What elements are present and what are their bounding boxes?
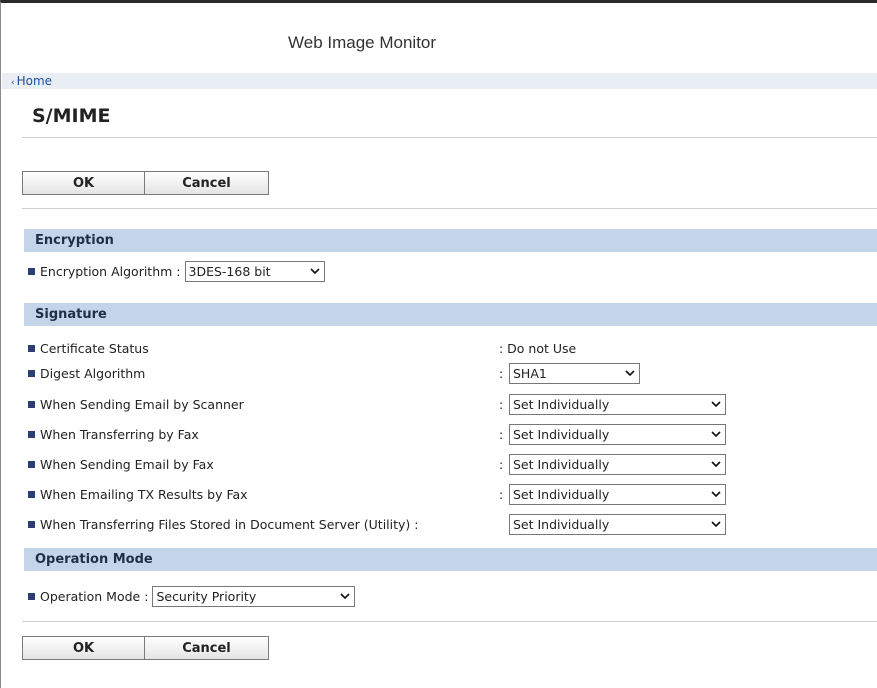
home-link[interactable]: ‹ Home <box>11 74 52 88</box>
select-value: Set Individually <box>513 396 610 412</box>
chevron-down-icon <box>309 268 320 275</box>
section-header-encryption: Encryption <box>24 229 877 252</box>
select-value: Set Individually <box>513 486 610 502</box>
colon: : <box>499 365 504 381</box>
email-by-fax-row: When Sending Email by Fax <box>28 453 214 475</box>
setting-label: Digest Algorithm <box>40 365 146 381</box>
certificate-status-row: Certificate Status <box>28 337 149 359</box>
operation-mode-select[interactable]: Security Priority <box>152 585 356 607</box>
certificate-status-value: : Do not Use <box>499 340 577 356</box>
bullet-icon <box>28 520 35 528</box>
document-server-select[interactable]: Set Individually <box>509 513 726 535</box>
section-header-signature: Signature <box>24 303 877 326</box>
chevron-down-icon <box>711 401 721 408</box>
chevron-down-icon <box>625 370 635 377</box>
bullet-icon <box>28 344 35 352</box>
colon: : <box>499 396 504 412</box>
chevron-down-icon <box>711 461 721 468</box>
operation-mode-row: Operation Mode : Security Priority <box>28 585 356 607</box>
chevron-down-icon <box>711 491 721 498</box>
section-header-operation-mode: Operation Mode <box>24 548 877 571</box>
cancel-button-bottom[interactable]: Cancel <box>145 636 269 660</box>
divider <box>22 137 877 138</box>
chevron-down-icon <box>711 521 721 528</box>
setting-label: Certificate Status <box>40 340 149 356</box>
colon: : <box>499 486 504 502</box>
chevron-down-icon <box>711 431 721 438</box>
app-title: Web Image Monitor <box>288 33 437 52</box>
bullet-icon <box>28 400 35 408</box>
ok-button-top[interactable]: OK <box>22 171 145 195</box>
page-title: S/MIME <box>32 105 111 127</box>
select-value: Set Individually <box>513 516 610 532</box>
digest-algorithm-select[interactable]: SHA1 <box>509 362 640 384</box>
transferring-by-fax-select-wrap: Set Individually <box>509 423 726 445</box>
bullet-icon <box>28 460 35 468</box>
email-by-scanner-row: When Sending Email by Scanner <box>28 393 244 415</box>
divider <box>22 208 877 209</box>
transferring-by-fax-row: When Transferring by Fax <box>28 423 199 445</box>
digest-algorithm-select-wrap: SHA1 <box>509 362 640 384</box>
colon: : <box>499 456 504 472</box>
email-by-fax-select-wrap: Set Individually <box>509 453 726 475</box>
email-by-scanner-select[interactable]: Set Individually <box>509 393 726 415</box>
setting-label: When Transferring by Fax <box>40 426 199 442</box>
bullet-icon <box>28 592 35 600</box>
select-value: 3DES-168 bit <box>188 263 271 279</box>
bottom-button-group: OK Cancel <box>22 636 269 660</box>
setting-label: When Emailing TX Results by Fax <box>40 486 248 502</box>
document-server-select-wrap: Set Individually <box>509 513 726 535</box>
email-by-fax-select[interactable]: Set Individually <box>509 453 726 475</box>
back-chevron-icon: ‹ <box>11 78 15 88</box>
bullet-icon <box>28 430 35 438</box>
select-value: Set Individually <box>513 456 610 472</box>
encryption-algorithm-select[interactable]: 3DES-168 bit <box>184 260 325 282</box>
tx-results-by-fax-row: When Emailing TX Results by Fax <box>28 483 248 505</box>
digest-algorithm-row: Digest Algorithm <box>28 362 145 384</box>
bullet-icon <box>28 267 35 275</box>
divider <box>22 621 877 622</box>
colon: : <box>499 426 504 442</box>
cancel-button-top[interactable]: Cancel <box>145 171 269 195</box>
setting-label: When Sending Email by Fax <box>40 456 214 472</box>
document-server-row: When Transferring Files Stored in Docume… <box>28 513 418 535</box>
encryption-algorithm-row: Encryption Algorithm : 3DES-168 bit <box>28 260 325 282</box>
chevron-down-icon <box>340 593 351 600</box>
bullet-icon <box>28 490 35 498</box>
transferring-by-fax-select[interactable]: Set Individually <box>509 423 726 445</box>
tx-results-by-fax-select-wrap: Set Individually <box>509 483 726 505</box>
bullet-icon <box>28 369 35 377</box>
select-value: SHA1 <box>513 365 547 381</box>
email-by-scanner-select-wrap: Set Individually <box>509 393 726 415</box>
encryption-algorithm-label: Encryption Algorithm : <box>40 263 181 279</box>
tx-results-by-fax-select[interactable]: Set Individually <box>509 483 726 505</box>
setting-label: When Sending Email by Scanner <box>40 396 244 412</box>
ok-button-bottom[interactable]: OK <box>22 636 145 660</box>
select-value: Set Individually <box>513 426 610 442</box>
breadcrumb: ‹ Home <box>2 73 877 89</box>
operation-mode-label: Operation Mode : <box>40 588 149 604</box>
setting-label: When Transferring Files Stored in Docume… <box>40 516 419 532</box>
home-link-label: Home <box>16 74 53 88</box>
select-value: Security Priority <box>156 588 257 604</box>
top-button-group: OK Cancel <box>22 171 269 195</box>
